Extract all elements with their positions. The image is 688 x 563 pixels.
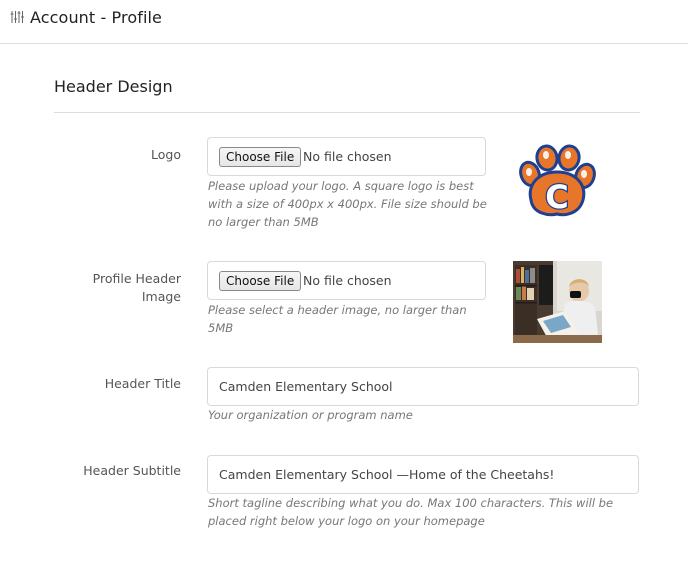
- logo-preview-letter: C: [545, 178, 568, 216]
- logo-file-status: No file chosen: [303, 149, 392, 164]
- section-title: Header Design: [54, 77, 173, 96]
- help-line: Please select a header image, no larger …: [208, 303, 467, 317]
- section-divider: [54, 112, 640, 113]
- page-header: Account - Profile: [0, 0, 688, 44]
- logo-preview-image: C: [519, 144, 596, 217]
- logo-help-line: with a size of 400px x 400px. File size …: [208, 197, 487, 211]
- header-image-help-text: Please select a header image, no larger …: [208, 301, 467, 337]
- sliders-icon: [10, 11, 24, 23]
- header-image-file-status: No file chosen: [303, 273, 392, 288]
- logo-file-input[interactable]: Choose File No file chosen: [207, 137, 486, 176]
- page-title: Account - Profile: [30, 8, 162, 27]
- header-title-input[interactable]: [207, 367, 639, 406]
- logo-help-line: no larger than 5MB: [208, 215, 319, 229]
- header-subtitle-label: Header Subtitle: [83, 463, 181, 478]
- header-title-label: Header Title: [104, 376, 181, 391]
- help-line: Short tagline describing what you do. Ma…: [208, 496, 614, 510]
- help-line: placed right below your logo on your hom…: [208, 514, 485, 528]
- header-image-choose-file-button[interactable]: Choose File: [219, 271, 302, 291]
- logo-label: Logo: [151, 147, 181, 162]
- header-image-preview: [513, 261, 602, 343]
- header-image-file-input[interactable]: Choose File No file chosen: [207, 261, 486, 300]
- label-line: Image: [141, 289, 181, 304]
- profile-header-image-label: Profile Header Image: [70, 270, 181, 306]
- logo-help-text: Please upload your logo. A square logo i…: [208, 177, 487, 231]
- help-line: 5MB: [208, 321, 234, 335]
- header-title-help-text: Your organization or program name: [208, 408, 413, 422]
- logo-choose-file-button[interactable]: Choose File: [219, 147, 302, 167]
- header-subtitle-input[interactable]: [207, 455, 639, 494]
- header-subtitle-help-text: Short tagline describing what you do. Ma…: [208, 494, 613, 530]
- logo-help-line: Please upload your logo. A square logo i…: [208, 179, 474, 193]
- label-line: Profile Header: [92, 271, 181, 286]
